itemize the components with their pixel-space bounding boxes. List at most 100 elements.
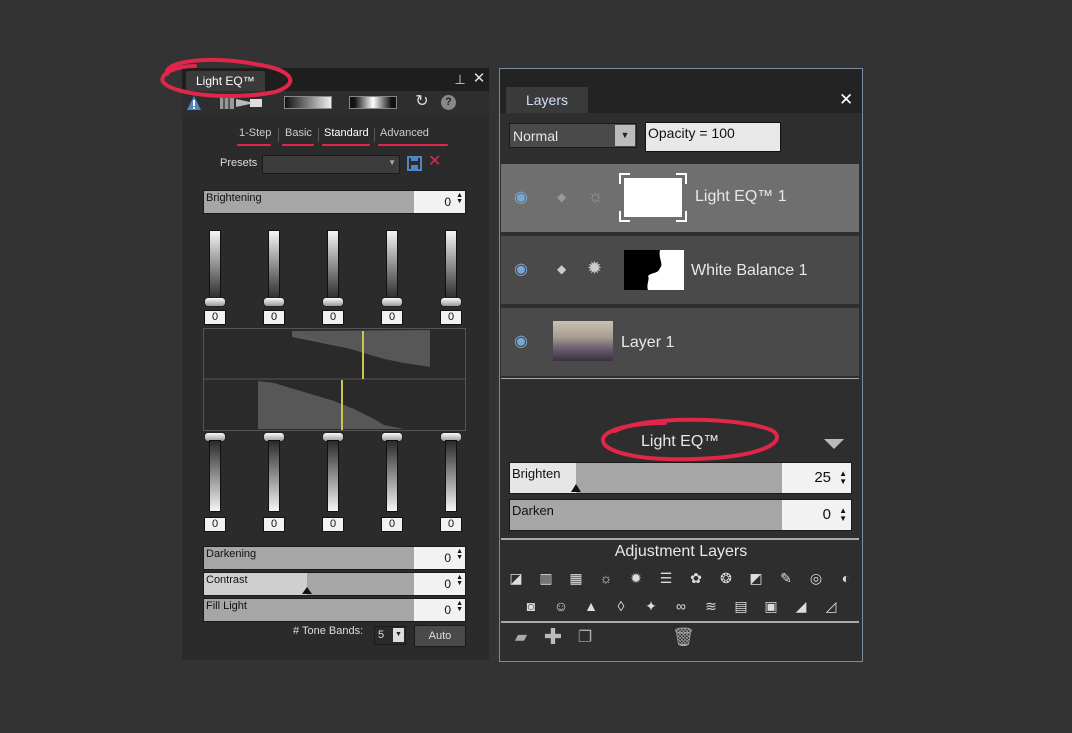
haze-icon[interactable]: ≋ [702,597,720,615]
band-slider-track[interactable] [445,230,457,300]
help-icon[interactable]: ? [441,95,456,110]
overlap-circles-icon[interactable]: ◎ [807,569,825,587]
brightness-icon[interactable]: ✹ [627,569,645,587]
layer-row-layer-1[interactable]: ◉ Layer 1 [501,308,859,376]
band-slider-knob[interactable] [263,297,285,307]
band-value[interactable]: 0 [204,517,226,532]
band-value[interactable]: 0 [204,310,226,325]
mode-advanced[interactable]: Advanced [380,127,429,139]
band-slider-track[interactable] [268,440,280,512]
spinner-icon[interactable]: ▲ ▼ [456,600,463,613]
chart-icon[interactable]: ◿ [822,597,840,615]
layer-row-white-balance[interactable]: ◉ ◆ ✹ White Balance 1 [501,236,859,304]
band-slider-track[interactable] [327,230,339,300]
spinner-icon[interactable]: ▲ ▼ [839,470,847,486]
band-slider-track[interactable] [386,230,398,300]
color-balance-icon[interactable]: ❂ [717,569,735,587]
band-value[interactable]: 0 [381,517,403,532]
light-eq-icon[interactable]: ☼ [597,569,615,587]
brighten-slider[interactable]: Brighten 25 ▲ ▼ [509,462,852,494]
darken-value-field[interactable]: 0 ▲ ▼ [782,500,851,530]
band-slider-track[interactable] [386,440,398,512]
eye-icon[interactable]: ◉ [511,262,531,278]
fill-light-value-field[interactable]: 0 ▲ ▼ [414,599,465,621]
eye-icon[interactable]: ◉ [511,190,531,206]
band-value[interactable]: 0 [263,310,285,325]
trash-icon[interactable]: 🗑 [672,628,695,646]
pin-icon[interactable]: ⊥ [453,73,467,87]
invert-icon[interactable]: ◐ [837,569,855,587]
spinner-icon[interactable]: ▲ ▼ [839,507,847,523]
darkening-slider[interactable]: Darkening 0 ▲ ▼ [203,546,466,570]
brightening-slider[interactable]: Brightening 0 ▲ ▼ [203,190,466,214]
mode-standard[interactable]: Standard [324,127,369,139]
delete-preset-icon[interactable]: ✕ [428,154,441,170]
add-icon[interactable]: ✚ [542,626,564,648]
sliders-icon[interactable]: ☰ [657,569,675,587]
mode-basic[interactable]: Basic [285,127,312,139]
triangle-icon[interactable]: ▲ [582,597,600,615]
levels-icon[interactable]: ◪ [507,569,525,587]
layer-row-light-eq[interactable]: ◉ ◆ ☼ Light EQ™ 1 [501,164,859,232]
band-value[interactable]: 0 [263,517,285,532]
presets-dropdown[interactable]: ▼ [262,155,400,174]
gradient-icon[interactable]: ▤ [732,597,750,615]
auto-button[interactable]: Auto [414,625,466,647]
glasses-icon[interactable]: ∞ [672,597,690,615]
mode-1-step[interactable]: 1-Step [239,127,271,139]
center-gradient-icon[interactable] [349,96,397,109]
layers-tab[interactable]: Layers [506,87,588,113]
new-layer-icon[interactable]: ▰ [510,629,532,647]
reset-icon[interactable]: ↻ [415,94,429,110]
band-slider-knob[interactable] [204,297,226,307]
link-icon[interactable]: ◆ [557,262,566,276]
histogram-icon[interactable]: ▥ [537,569,555,587]
tone-bands-dropdown[interactable]: 5 ▼ [374,626,406,645]
portrait-icon[interactable]: ☺ [552,597,570,615]
close-icon[interactable]: ✕ [839,91,853,108]
palette-icon[interactable]: ✿ [687,569,705,587]
eye-icon[interactable]: ◉ [511,334,531,350]
image-adjust-icon[interactable]: ◩ [747,569,765,587]
band-slider-knob[interactable] [322,297,344,307]
link-icon[interactable]: ◆ [557,190,566,204]
band-value[interactable]: 0 [322,517,344,532]
band-value[interactable]: 0 [322,310,344,325]
photo-icon[interactable]: ▣ [762,597,780,615]
band-slider-track[interactable] [327,440,339,512]
darken-slider[interactable]: Darken 0 ▲ ▼ [509,499,852,531]
contrast-slider-thumb[interactable] [302,587,312,594]
band-slider-track[interactable] [445,440,457,512]
drop-icon[interactable]: ◊ [612,597,630,615]
opacity-field[interactable]: Opacity = 100 [645,122,781,152]
band-value[interactable]: 0 [440,310,462,325]
spinner-icon[interactable]: ▲ ▼ [456,574,463,587]
collapse-triangle-icon[interactable] [824,439,844,449]
eyedropper-icon[interactable]: ✎ [777,569,795,587]
brighten-value-field[interactable]: 25 ▲ ▼ [782,463,851,493]
contrast-value-field[interactable]: 0 ▲ ▼ [414,573,465,595]
close-icon[interactable]: ✕ [472,71,486,86]
sparkle-icon[interactable]: ✦ [642,597,660,615]
band-value[interactable]: 0 [381,310,403,325]
save-preset-icon[interactable] [407,156,422,171]
spinner-icon[interactable]: ▲ ▼ [456,548,463,561]
band-slider-track[interactable] [268,230,280,300]
band-slider-knob[interactable] [381,297,403,307]
blend-mode-dropdown[interactable]: Normal ▼ [509,123,637,148]
contrast-slider[interactable]: Contrast 0 ▲ ▼ [203,572,466,596]
camera-icon[interactable]: ◙ [522,597,540,615]
brightening-value-field[interactable]: 0 ▲ ▼ [414,191,465,213]
tone-histogram[interactable] [203,328,466,431]
brighten-slider-thumb[interactable] [571,484,581,492]
band-value[interactable]: 0 [440,517,462,532]
curves-icon[interactable]: ▦ [567,569,585,587]
band-slider-track[interactable] [209,440,221,512]
fill-light-slider[interactable]: Fill Light 0 ▲ ▼ [203,598,466,622]
band-slider-track[interactable] [209,230,221,300]
darkening-value-field[interactable]: 0 ▲ ▼ [414,547,465,569]
band-slider-knob[interactable] [440,297,462,307]
spinner-icon[interactable]: ▲ ▼ [456,192,463,205]
duplicate-layer-icon[interactable]: ❐ [574,629,596,647]
diagonal-gradient-icon[interactable]: ◢ [792,597,810,615]
